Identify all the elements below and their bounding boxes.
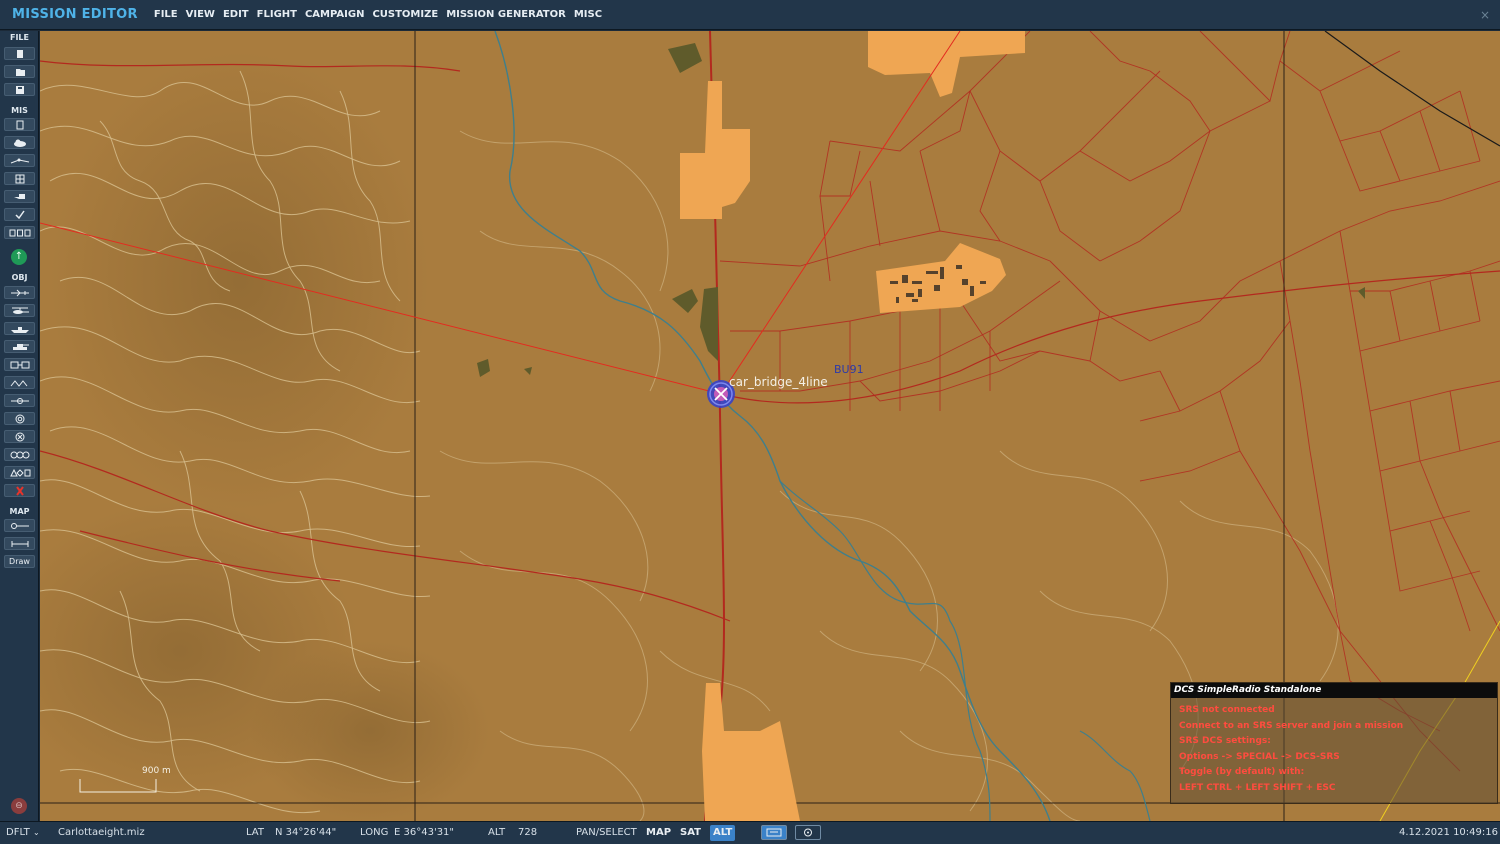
srs-status-line: Options -> SPECIAL -> DCS-SRS	[1179, 751, 1340, 762]
trigger-zone-icon[interactable]	[4, 172, 35, 185]
ground-unit-icon[interactable]	[4, 340, 35, 353]
close-icon[interactable]: ×	[1480, 8, 1490, 22]
menu-file[interactable]: FILE	[154, 9, 178, 20]
srs-overlay-panel: DCS SimpleRadio Standalone SRS not conne…	[1170, 682, 1498, 804]
menu-misc[interactable]: MISC	[574, 9, 602, 20]
compass-icon[interactable]: ↑	[11, 249, 27, 265]
menu-edit[interactable]: EDIT	[223, 9, 249, 20]
airplane-icon[interactable]	[4, 286, 35, 299]
long-value: E 36°43'31"	[394, 827, 455, 838]
unit-label[interactable]: car_bridge_4line	[729, 375, 828, 389]
toolbar-sidebar: FILE MIS ↑ OBJ MAP Draw ⊖	[0, 31, 39, 821]
save-icon[interactable]	[4, 83, 35, 96]
srs-status-line: Toggle (by default) with:	[1179, 767, 1305, 778]
menu-bar: MISSION EDITOR FILE VIEW EDIT FLIGHT CAM…	[0, 0, 1500, 30]
goals-flag-icon[interactable]	[4, 190, 35, 203]
srs-status-line: SRS DCS settings:	[1179, 736, 1271, 747]
alt-label: ALT	[488, 827, 506, 838]
profile-value: DFLT	[6, 827, 30, 838]
new-file-icon[interactable]	[4, 47, 35, 60]
menu-mission-generator[interactable]: MISSION GENERATOR	[446, 9, 566, 20]
template-icon[interactable]	[4, 376, 35, 389]
settings-gear-icon[interactable]	[795, 825, 821, 840]
sat-mode-button[interactable]: SAT	[677, 825, 704, 841]
lat-value: N 34°26'44"	[275, 827, 337, 838]
target-icon[interactable]	[4, 412, 35, 425]
lat-label: LAT	[246, 827, 264, 838]
profile-select[interactable]: DFLT ⌄	[6, 827, 40, 838]
long-label: LONG	[360, 827, 389, 838]
open-folder-icon[interactable]	[4, 65, 35, 78]
app-title: MISSION EDITOR	[12, 7, 138, 22]
mission-filename: Carlottaeight.miz	[58, 827, 145, 838]
section-file-label: FILE	[9, 33, 29, 42]
menu-customize[interactable]: CUSTOMIZE	[372, 9, 438, 20]
shapes-icon[interactable]	[4, 466, 35, 479]
forest-patches	[477, 43, 1365, 377]
check-icon[interactable]	[4, 208, 35, 221]
menu-flight[interactable]: FLIGHT	[257, 9, 297, 20]
srs-status-line: LEFT CTRL + LEFT SHIFT + ESC	[1179, 782, 1336, 793]
ship-icon[interactable]	[4, 322, 35, 335]
srs-panel-title: DCS SimpleRadio Standalone	[1171, 683, 1497, 698]
status-bar: DFLT ⌄ Carlottaeight.miz LAT N 34°26'44"…	[0, 821, 1500, 844]
group-icon[interactable]	[4, 448, 35, 461]
map-mode-button[interactable]: MAP	[643, 825, 674, 841]
measure-icon[interactable]	[4, 537, 35, 550]
static-object-icon[interactable]	[4, 358, 35, 371]
helicopter-icon[interactable]	[4, 304, 35, 317]
srs-status-line: Connect to an SRS server and join a miss…	[1179, 720, 1404, 731]
towns	[680, 31, 1025, 821]
map-layers-icon[interactable]	[761, 825, 787, 840]
datetime: 4.12.2021 10:49:16	[1399, 827, 1498, 838]
aircraft-route-icon[interactable]	[4, 154, 35, 167]
alt-mode-button[interactable]: ALT	[710, 825, 736, 841]
zone-icon[interactable]	[4, 430, 35, 443]
briefing-icon[interactable]	[4, 118, 35, 131]
weather-icon[interactable]	[4, 136, 35, 149]
section-map-label: MAP	[9, 507, 30, 516]
chevron-down-icon: ⌄	[32, 828, 40, 837]
alt-value: 728	[518, 827, 538, 838]
ruler-icon[interactable]	[4, 519, 35, 532]
menu-campaign[interactable]: CAMPAIGN	[305, 9, 364, 20]
waypoint-icon[interactable]	[4, 394, 35, 407]
river-east	[1079, 730, 1151, 821]
menu-view[interactable]: VIEW	[186, 9, 215, 20]
grid-square-label: BU91	[834, 363, 864, 376]
srs-status-line: SRS not connected	[1179, 705, 1275, 715]
draw-button[interactable]: Draw	[4, 555, 35, 568]
border-line	[1324, 31, 1500, 147]
mode-label: PAN/SELECT	[576, 827, 637, 838]
scale-label: 900 m	[142, 766, 171, 776]
record-icon[interactable]: ⊖	[11, 798, 27, 814]
river-branch	[779, 480, 991, 821]
section-mis-label: MIS	[11, 106, 28, 115]
delete-icon[interactable]	[4, 484, 35, 497]
triggers-icon[interactable]	[4, 226, 35, 239]
section-obj-label: OBJ	[11, 273, 28, 282]
